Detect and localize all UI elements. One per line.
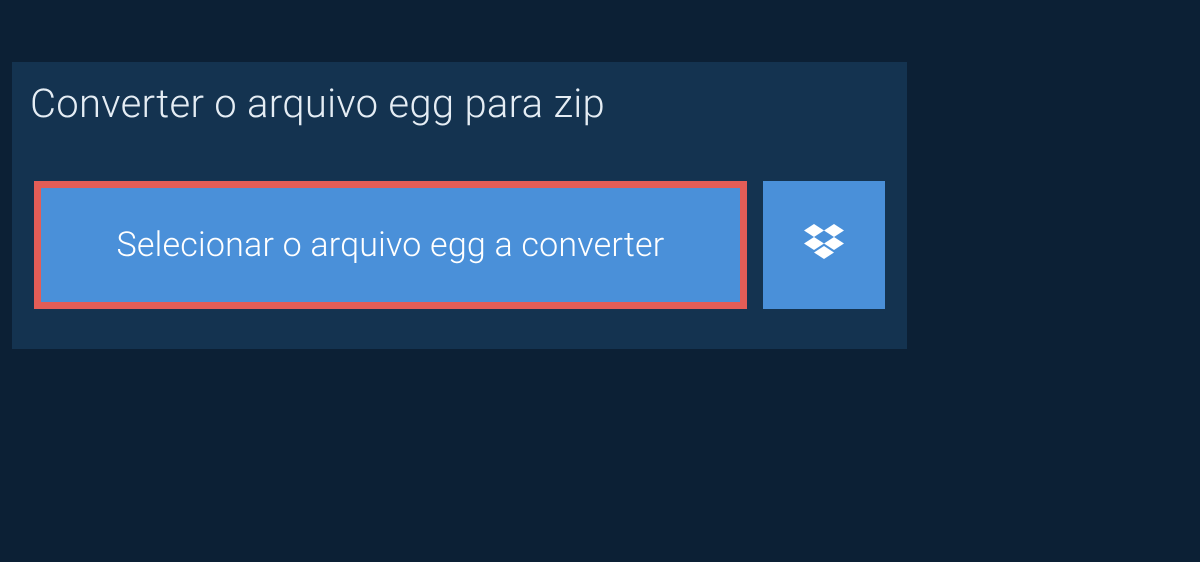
dropbox-icon	[804, 224, 844, 266]
page-title: Converter o arquivo egg para zip	[12, 62, 633, 145]
dropbox-button[interactable]	[763, 181, 885, 309]
select-file-label: Selecionar o arquivo egg a converter	[117, 225, 665, 265]
action-row: Selecionar o arquivo egg a converter	[12, 145, 907, 339]
converter-panel: Converter o arquivo egg para zip Selecio…	[12, 62, 907, 349]
select-file-button[interactable]: Selecionar o arquivo egg a converter	[34, 181, 747, 309]
